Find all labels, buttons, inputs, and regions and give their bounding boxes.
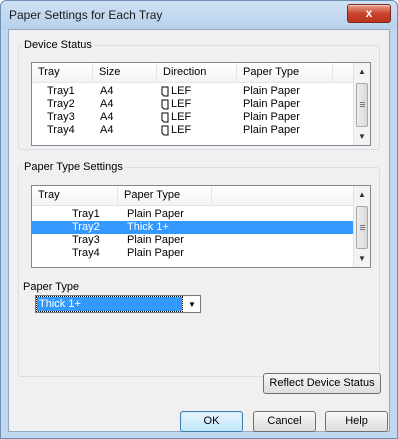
tray-cell: Tray1 [47,85,75,97]
tray-cell: Tray3 [72,234,100,246]
paper-type-row[interactable]: Tray3 Plain Paper [32,234,353,247]
direction-cell: LEF [161,124,191,137]
arrow-up-icon[interactable]: ▲ [354,63,370,80]
direction-text: LEF [171,98,192,110]
paper-type-cell: Plain Paper [243,85,300,97]
paper-lef-icon [161,112,169,123]
dialog-window: Paper Settings for Each Tray x Device St… [0,0,398,439]
col-header-paper-type[interactable]: Paper Type [237,63,333,82]
arrow-down-icon[interactable]: ▼ [354,250,370,267]
col-header-tray[interactable]: Tray [32,63,93,82]
close-button[interactable]: x [347,4,391,23]
window-title: Paper Settings for Each Tray [9,8,163,22]
ok-button[interactable]: OK [180,411,243,432]
device-status-row[interactable]: Tray4 A4 LEF Plain Paper [32,124,353,137]
device-status-list[interactable]: Tray Size Direction Paper Type Tray1 A4 … [31,62,371,146]
direction-cell: LEF [161,111,191,124]
paper-type-cell: Plain Paper [127,208,184,220]
close-icon: x [365,6,373,20]
tray-cell: Tray3 [47,111,75,123]
paper-type-settings-label: Paper Type Settings [24,161,123,173]
paper-type-list-header: Tray Paper Type [32,186,353,206]
paper-type-field-label: Paper Type [23,281,80,293]
paper-type-row[interactable]: Tray1 Plain Paper [32,208,353,221]
col-header-direction[interactable]: Direction [157,63,237,82]
device-status-scrollbar[interactable]: ▲ ▼ [353,63,370,145]
paper-type-row-selected[interactable]: Tray2 Thick 1+ [32,221,353,234]
device-status-label: Device Status [24,39,92,51]
scroll-thumb[interactable] [356,206,368,249]
chevron-down-icon[interactable]: ▼ [184,296,200,312]
paper-type-cell: Plain Paper [243,124,300,136]
paper-type-cell: Plain Paper [127,234,184,246]
col-header-tray[interactable]: Tray [32,186,118,205]
device-status-row[interactable]: Tray1 A4 LEF Plain Paper [32,85,353,98]
size-cell: A4 [100,111,114,123]
paper-type-cell: Plain Paper [243,111,300,123]
paper-type-list[interactable]: Tray Paper Type Tray1 Plain Paper Tray2 … [31,185,371,268]
tray-cell: Tray1 [72,208,100,220]
arrow-up-icon[interactable]: ▲ [354,186,370,203]
help-button[interactable]: Help [325,411,388,432]
paper-type-cell: Plain Paper [243,98,300,110]
cancel-button[interactable]: Cancel [253,411,316,432]
title-bar: Paper Settings for Each Tray x [1,1,397,29]
paper-type-cell: Thick 1+ [127,221,169,233]
size-cell: A4 [100,85,114,97]
direction-cell: LEF [161,85,191,98]
tray-cell: Tray2 [47,98,75,110]
arrow-down-icon[interactable]: ▼ [354,128,370,145]
col-header-paper-type[interactable]: Paper Type [118,186,212,205]
scroll-thumb[interactable] [356,83,368,127]
direction-cell: LEF [161,98,191,111]
reflect-device-status-button[interactable]: Reflect Device Status [263,373,381,394]
col-header-size[interactable]: Size [93,63,157,82]
dialog-body: Device Status Tray Size Direction Paper … [8,29,390,432]
device-status-row[interactable]: Tray2 A4 LEF Plain Paper [32,98,353,111]
device-status-header: Tray Size Direction Paper Type [32,63,353,83]
paper-lef-icon [161,99,169,110]
paper-type-combobox[interactable]: Thick 1+ ▼ [35,295,201,313]
paper-type-combobox-value: Thick 1+ [36,296,183,312]
direction-text: LEF [171,124,192,136]
paper-type-cell: Plain Paper [127,247,184,259]
size-cell: A4 [100,98,114,110]
paper-type-scrollbar[interactable]: ▲ ▼ [353,186,370,267]
direction-text: LEF [171,111,192,123]
paper-lef-icon [161,125,169,136]
tray-cell: Tray4 [72,247,100,259]
tray-cell: Tray2 [72,221,100,233]
tray-cell: Tray4 [47,124,75,136]
direction-text: LEF [171,85,192,97]
paper-lef-icon [161,86,169,97]
paper-type-row[interactable]: Tray4 Plain Paper [32,247,353,260]
size-cell: A4 [100,124,114,136]
device-status-row[interactable]: Tray3 A4 LEF Plain Paper [32,111,353,124]
